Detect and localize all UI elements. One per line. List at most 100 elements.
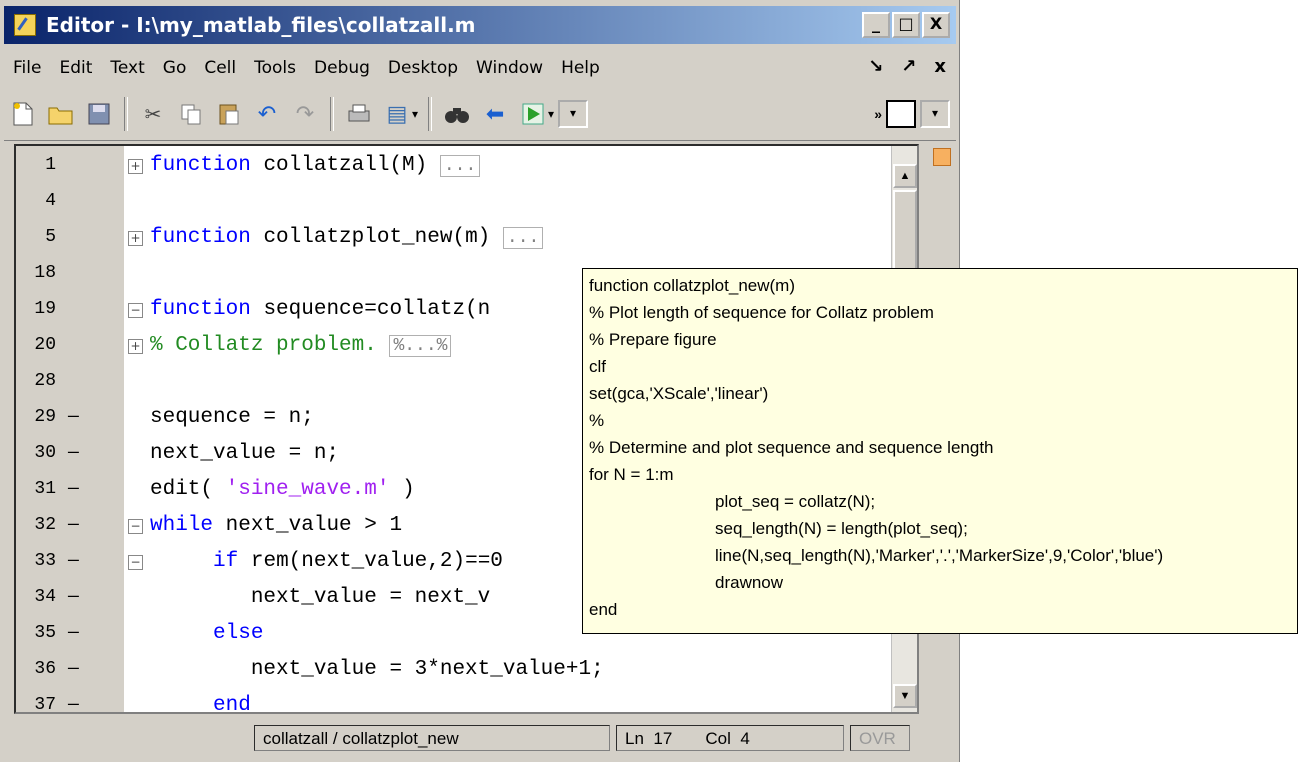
expand-fold-icon[interactable]: + [128, 339, 143, 354]
col-label: Col [705, 729, 731, 748]
code-token: sequence = n; [150, 406, 314, 429]
dock-icon[interactable]: ↘ [868, 56, 883, 77]
scroll-down-icon[interactable]: ▼ [893, 684, 917, 708]
code-token: next_value = next_v [150, 586, 491, 609]
line-number[interactable]: 30 [16, 443, 56, 463]
code-line[interactable]: 1 + function collatzall(M) ... [16, 148, 917, 184]
code-analyzer-status-indicator[interactable] [933, 148, 951, 166]
line-number[interactable]: 37 [16, 695, 56, 712]
line-number[interactable]: 5 [16, 227, 56, 247]
folded-code-box[interactable]: ... [439, 155, 481, 177]
menu-go[interactable]: Go [154, 58, 196, 78]
folded-code-box[interactable]: ... [502, 227, 544, 249]
line-number[interactable]: 28 [16, 371, 56, 391]
code-text: next_value = 3*next_value+1; [150, 658, 604, 681]
line-number[interactable]: 33 [16, 551, 56, 571]
line-number[interactable]: 20 [16, 335, 56, 355]
line-number[interactable]: 36 [16, 659, 56, 679]
code-line[interactable]: 37 — end [16, 688, 917, 712]
code-line[interactable]: 36 — next_value = 3*next_value+1; [16, 652, 917, 688]
undock-icon[interactable]: ↗ [901, 56, 916, 77]
breakpoint-marker[interactable]: — [68, 515, 79, 535]
line-number[interactable]: 31 [16, 479, 56, 499]
ln-label: Ln [625, 729, 644, 748]
toolbar-separator [124, 97, 128, 131]
stack-combo[interactable]: ▾ [558, 100, 589, 128]
toolbar-overflow-icon[interactable]: » [874, 106, 882, 122]
save-icon[interactable] [85, 100, 113, 128]
new-file-icon[interactable] [9, 100, 37, 128]
line-number[interactable]: 4 [16, 191, 56, 211]
undo-icon[interactable]: ↶ [253, 100, 281, 128]
code-line[interactable]: 5 + function collatzplot_new(m) ... [16, 220, 917, 256]
breakpoint-marker[interactable]: — [68, 479, 79, 499]
menu-debug[interactable]: Debug [305, 58, 379, 78]
menu-edit[interactable]: Edit [50, 58, 101, 78]
menu-desktop[interactable]: Desktop [379, 58, 467, 78]
code-line[interactable]: 4 [16, 184, 917, 220]
folded-code-box[interactable]: %...% [389, 335, 452, 357]
print-icon[interactable] [345, 100, 373, 128]
line-number[interactable]: 35 [16, 623, 56, 643]
run-dropdown-icon[interactable]: ▾ [548, 107, 554, 121]
breakpoint-marker[interactable]: — [68, 407, 79, 427]
close-button[interactable]: X [922, 12, 950, 38]
title-bar[interactable]: Editor - I:\my_matlab_files\collatzall.m… [4, 6, 956, 44]
tooltip-line: drawnow [715, 573, 784, 592]
code-text: while next_value > 1 [150, 514, 402, 537]
collapse-fold-icon[interactable]: − [128, 555, 143, 570]
menu-file[interactable]: File [4, 58, 50, 78]
menu-bar: File Edit Text Go Cell Tools Debug Deskt… [4, 50, 956, 86]
tooltip-line: set(gca,'XScale','linear') [589, 384, 769, 403]
ln-value: 17 [653, 729, 673, 748]
find-binoculars-icon[interactable] [443, 100, 471, 128]
expand-fold-icon[interactable]: + [128, 231, 143, 246]
line-number[interactable]: 19 [16, 299, 56, 319]
menu-tools[interactable]: Tools [245, 58, 305, 78]
expand-fold-icon[interactable]: + [128, 159, 143, 174]
collapse-fold-icon[interactable]: − [128, 303, 143, 318]
tooltip-line: % Prepare figure [589, 330, 717, 349]
menu-window[interactable]: Window [467, 58, 552, 78]
breakpoint-marker[interactable]: — [68, 587, 79, 607]
tooltip-line: for N = 1:m [589, 465, 674, 484]
page-setup-icon[interactable]: ▤ [383, 100, 411, 128]
layout-combo[interactable]: ▾ [920, 100, 950, 128]
line-number[interactable]: 34 [16, 587, 56, 607]
collapse-fold-icon[interactable]: − [128, 519, 143, 534]
breakpoint-marker[interactable]: — [68, 623, 79, 643]
breakpoint-marker[interactable]: — [68, 443, 79, 463]
breakpoint-marker[interactable]: — [68, 659, 79, 679]
paste-icon[interactable] [215, 100, 243, 128]
code-token: function [150, 154, 251, 177]
close-document-icon[interactable]: x [934, 56, 946, 77]
code-token: else [213, 622, 264, 645]
redo-icon[interactable]: ↷ [291, 100, 319, 128]
copy-icon[interactable] [177, 100, 205, 128]
line-number[interactable]: 1 [16, 155, 56, 175]
scroll-up-icon[interactable]: ▲ [893, 164, 917, 188]
line-number[interactable]: 29 [16, 407, 56, 427]
go-back-icon[interactable]: ⬅ [481, 100, 509, 128]
open-folder-icon[interactable] [47, 100, 75, 128]
toolbar-separator [330, 97, 334, 131]
menu-text[interactable]: Text [101, 58, 153, 78]
page-setup-dropdown-icon[interactable]: ▾ [412, 107, 418, 121]
window-title: Editor - I:\my_matlab_files\collatzall.m [46, 13, 476, 37]
line-number[interactable]: 32 [16, 515, 56, 535]
breakpoint-marker[interactable]: — [68, 695, 79, 712]
code-token: next_value = 3*next_value+1; [150, 658, 604, 681]
line-number[interactable]: 18 [16, 263, 56, 283]
breakpoint-marker[interactable]: — [68, 551, 79, 571]
cell-mode-box[interactable] [886, 100, 916, 128]
run-icon[interactable] [519, 100, 547, 128]
minimize-button[interactable]: _ [862, 12, 890, 38]
menu-help[interactable]: Help [552, 58, 609, 78]
code-token: % Collatz problem. [150, 334, 377, 357]
menu-cell[interactable]: Cell [195, 58, 245, 78]
cut-icon[interactable]: ✂ [139, 100, 167, 128]
maximize-button[interactable]: □ [892, 12, 920, 38]
code-text: % Collatz problem. %...% [150, 334, 452, 357]
code-token: sequence=collatz(n [263, 298, 491, 321]
